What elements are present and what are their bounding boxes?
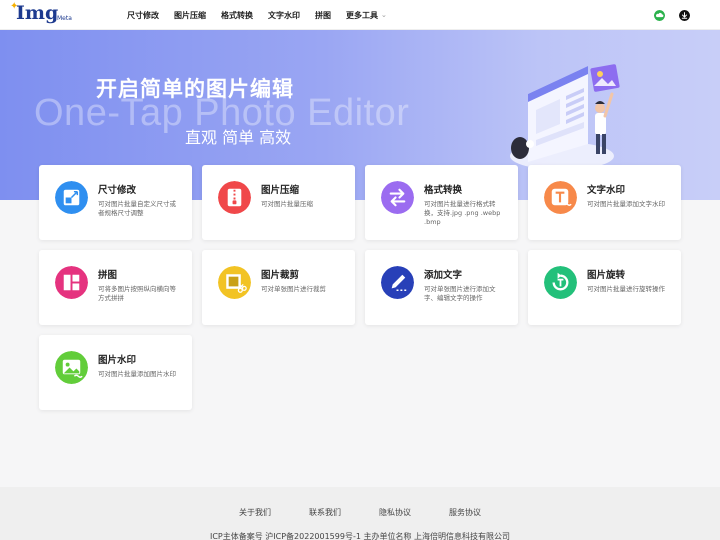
- hero-title: 开启简单的图片编辑: [96, 77, 294, 101]
- collage-icon: [55, 266, 88, 299]
- tool-desc: 可对图片批量进行旋转操作: [587, 285, 665, 293]
- tool-title: 图片水印: [98, 355, 137, 366]
- tool-desc: 可对图片批量进行格式转换，支持.jpg .png .webp .bmp: [424, 200, 501, 226]
- tool-card-crop[interactable]: 图片裁剪 可对单张图片进行裁剪: [202, 250, 355, 325]
- footer-link-about[interactable]: 关于我们: [239, 507, 271, 518]
- tool-card-compress[interactable]: 图片压缩 可对图片批量压缩: [202, 165, 355, 240]
- tool-card-convert[interactable]: 格式转换 可对图片批量进行格式转换，支持.jpg .png .webp .bmp: [365, 165, 518, 240]
- tool-card-collage[interactable]: 拼图 可将多图片按照纵向横向等方式拼拼: [39, 250, 192, 325]
- nav-item-collage[interactable]: 拼图: [315, 10, 331, 21]
- tool-card-resize[interactable]: 尺寸修改 可对图片批量自定义尺寸或者规格尺寸调整: [39, 165, 192, 240]
- logo-text: Img: [16, 2, 59, 24]
- nav-item-convert[interactable]: 格式转换: [221, 10, 253, 21]
- tool-desc: 可对单张图片进行添加文字、编辑文字的操作: [424, 285, 496, 302]
- tool-title: 图片裁剪: [261, 270, 300, 281]
- nav-item-more-tools[interactable]: 更多工具 ⌄: [346, 10, 387, 21]
- nav-item-resize[interactable]: 尺寸修改: [127, 10, 159, 21]
- tool-card-add-text[interactable]: 添加文字 可对单张图片进行添加文字、编辑文字的操作: [365, 250, 518, 325]
- image-watermark-icon: [55, 351, 88, 384]
- resize-icon: [55, 181, 88, 214]
- tool-title: 添加文字: [424, 270, 463, 281]
- hero-subtitle: 直观 简单 高效: [185, 128, 292, 147]
- tool-desc: 可对图片批量添加文字水印: [587, 200, 665, 208]
- zip-icon: [218, 181, 251, 214]
- tool-title: 图片压缩: [261, 185, 300, 196]
- pen-icon: [381, 266, 414, 299]
- tool-desc: 可对单张图片进行裁剪: [261, 285, 326, 293]
- tool-card-rotate[interactable]: 图片旋转 可对图片批量进行旋转操作: [528, 250, 681, 325]
- nav-item-text-watermark[interactable]: 文字水印: [268, 10, 300, 21]
- tool-title: 文字水印: [587, 185, 626, 196]
- tool-desc: 可对图片批量压缩: [261, 200, 313, 208]
- footer-link-terms[interactable]: 服务协议: [449, 507, 481, 518]
- tool-title: 拼图: [98, 270, 118, 281]
- text-watermark-icon: [544, 181, 577, 214]
- chevron-down-icon: ⌄: [381, 10, 387, 19]
- main-nav: 尺寸修改 图片压缩 格式转换 文字水印 拼图 更多工具 ⌄: [127, 0, 402, 30]
- tool-title: 图片旋转: [587, 270, 626, 281]
- nav-more-label: 更多工具: [346, 10, 378, 20]
- footer: 关于我们 联系我们 隐私协议 服务协议 ICP主体备案号 沪ICP备202200…: [0, 487, 720, 540]
- footer-link-contact[interactable]: 联系我们: [309, 507, 341, 518]
- site-logo[interactable]: ✦ Img Meta: [10, 2, 74, 28]
- cloud-icon[interactable]: [654, 10, 665, 21]
- tool-card-text-watermark[interactable]: 文字水印 可对图片批量添加文字水印: [528, 165, 681, 240]
- tool-desc: 可对图片批量添加图片水印: [98, 370, 176, 378]
- tool-desc: 可将多图片按照纵向横向等方式拼拼: [98, 285, 176, 302]
- tool-title: 尺寸修改: [98, 185, 137, 196]
- tool-title: 格式转换: [424, 185, 463, 196]
- scissors-icon: [218, 266, 251, 299]
- hero-illustration: [510, 64, 620, 170]
- nav-item-compress[interactable]: 图片压缩: [174, 10, 206, 21]
- icp-record: ICP主体备案号 沪ICP备2022001599号-1 主办单位名称 上海倍明信…: [209, 532, 511, 540]
- footer-links: 关于我们 联系我们 隐私协议 服务协议: [0, 507, 720, 518]
- logo-subtext: Meta: [57, 15, 72, 22]
- top-navbar: ✦ Img Meta 尺寸修改 图片压缩 格式转换 文字水印 拼图 更多工具 ⌄: [0, 0, 720, 30]
- download-icon[interactable]: [679, 10, 690, 21]
- footer-link-privacy[interactable]: 隐私协议: [379, 507, 411, 518]
- swap-arrows-icon: [381, 181, 414, 214]
- tool-card-image-watermark[interactable]: 图片水印 可对图片批量添加图片水印: [39, 335, 192, 410]
- rotate-icon: [544, 266, 577, 299]
- tool-desc: 可对图片批量自定义尺寸或者规格尺寸调整: [98, 200, 176, 217]
